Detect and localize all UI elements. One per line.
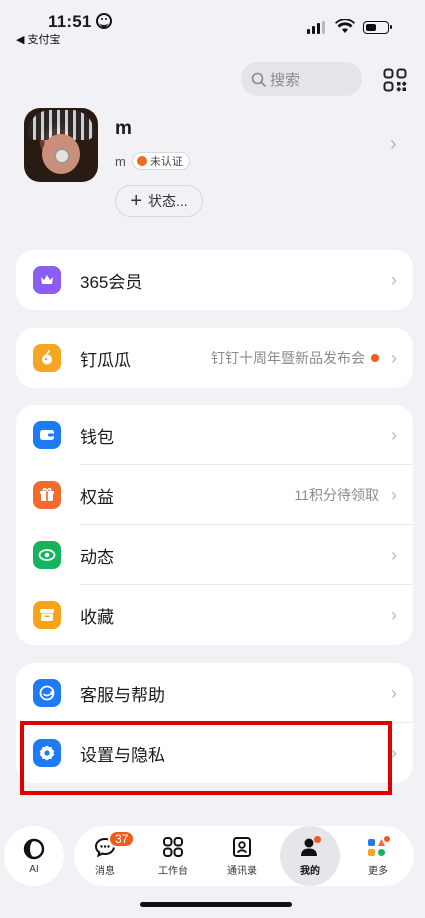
row-wallet[interactable]: 钱包 › bbox=[16, 405, 413, 465]
tab-workbench-label: 工作台 bbox=[158, 865, 188, 877]
wallet-group-card: 钱包 › 权益 11积分待领取 › 动态 › 收藏 › bbox=[16, 405, 413, 645]
row-support[interactable]: 客服与帮助 › bbox=[16, 663, 413, 723]
back-to-app-link[interactable]: ◀ 支付宝 bbox=[16, 31, 61, 47]
profile-name: m bbox=[115, 118, 132, 139]
row-dingguagua[interactable]: 钉瓜瓜 钉钉十周年暨新品发布会 › bbox=[16, 328, 413, 388]
person-icon bbox=[301, 835, 321, 856]
plus-icon: + bbox=[130, 190, 142, 212]
home-indicator[interactable] bbox=[140, 902, 292, 907]
row-moments-label: 动态 bbox=[80, 547, 114, 567]
favorites-box-icon bbox=[33, 601, 61, 629]
status-bar: 11:51 ◀ 支付宝 bbox=[0, 0, 425, 48]
set-status-button[interactable]: + 状态... bbox=[115, 185, 203, 217]
tab-ai-label: AI bbox=[29, 863, 39, 875]
wifi-icon bbox=[335, 19, 355, 33]
tab-me[interactable]: 我的 bbox=[280, 826, 340, 886]
verify-badge-label: 未认证 bbox=[149, 156, 183, 168]
tab-me-label: 我的 bbox=[300, 865, 320, 877]
row-support-label: 客服与帮助 bbox=[80, 685, 165, 705]
search-icon bbox=[251, 72, 266, 87]
chevron-right-icon: › bbox=[391, 347, 397, 368]
chevron-right-icon: › bbox=[391, 544, 397, 565]
chevron-right-icon: › bbox=[391, 604, 397, 625]
ai-assistant-icon bbox=[23, 838, 45, 859]
unread-count-badge: 37 bbox=[108, 830, 136, 848]
tab-workbench[interactable]: 工作台 bbox=[143, 826, 203, 886]
verify-status-icon bbox=[136, 156, 147, 166]
tab-more[interactable]: 更多 bbox=[348, 826, 408, 886]
wallet-icon bbox=[33, 421, 61, 449]
avatar[interactable] bbox=[24, 108, 98, 182]
tab-messages-label: 消息 bbox=[95, 865, 115, 877]
tab-contacts-label: 通讯录 bbox=[227, 865, 257, 877]
row-benefits[interactable]: 权益 11积分待领取 › bbox=[16, 465, 413, 525]
profile-sub-name: m bbox=[115, 153, 126, 169]
new-dot-icon bbox=[371, 354, 379, 362]
workbench-grid-icon bbox=[163, 836, 183, 857]
chevron-right-icon: › bbox=[391, 682, 397, 703]
profile-subtitle: m 未认证 bbox=[115, 152, 190, 170]
chevron-right-icon: › bbox=[391, 484, 397, 505]
dingguagua-card: 钉瓜瓜 钉钉十周年暨新品发布会 › bbox=[16, 328, 413, 388]
search-placeholder: 搜索 bbox=[270, 71, 301, 89]
row-member-label: 365会员 bbox=[80, 272, 143, 292]
smiley-icon bbox=[96, 13, 112, 29]
chevron-right-icon: › bbox=[391, 424, 397, 445]
row-dingguagua-hint-wrap: 钉钉十周年暨新品发布会 bbox=[211, 348, 379, 368]
clock: 11:51 bbox=[48, 12, 92, 31]
row-moments[interactable]: 动态 › bbox=[16, 525, 413, 585]
row-wallet-label: 钱包 bbox=[80, 427, 114, 447]
tab-ai[interactable]: AI bbox=[4, 826, 64, 886]
cellular-signal-icon bbox=[307, 21, 327, 34]
crown-icon bbox=[33, 266, 61, 294]
set-status-label: 状态... bbox=[148, 193, 188, 209]
qr-code-icon[interactable] bbox=[383, 68, 407, 92]
row-dingguagua-hint: 钉钉十周年暨新品发布会 bbox=[211, 350, 365, 366]
contacts-book-icon bbox=[233, 836, 251, 857]
tab-more-label: 更多 bbox=[368, 865, 388, 877]
battery-icon bbox=[363, 21, 392, 34]
highlight-box bbox=[20, 721, 392, 795]
tab-contacts[interactable]: 通讯录 bbox=[212, 826, 272, 886]
row-benefits-label: 权益 bbox=[80, 487, 114, 507]
search-bar[interactable]: 搜索 bbox=[241, 62, 362, 96]
customer-service-icon bbox=[33, 679, 61, 707]
row-dingguagua-label: 钉瓜瓜 bbox=[80, 350, 131, 370]
member-card: 365会员 › bbox=[16, 250, 413, 310]
dingguagua-icon bbox=[33, 344, 61, 372]
gift-icon bbox=[33, 481, 61, 509]
row-member[interactable]: 365会员 › bbox=[16, 250, 413, 310]
more-apps-icon bbox=[368, 835, 390, 856]
row-favorites[interactable]: 收藏 › bbox=[16, 585, 413, 645]
profile-chevron-right-icon[interactable]: › bbox=[390, 133, 397, 156]
row-favorites-label: 收藏 bbox=[80, 607, 114, 627]
chevron-right-icon: › bbox=[391, 269, 397, 290]
row-benefits-hint: 11积分待领取 bbox=[294, 487, 379, 503]
moments-icon bbox=[33, 541, 61, 569]
verify-badge[interactable]: 未认证 bbox=[131, 152, 190, 170]
